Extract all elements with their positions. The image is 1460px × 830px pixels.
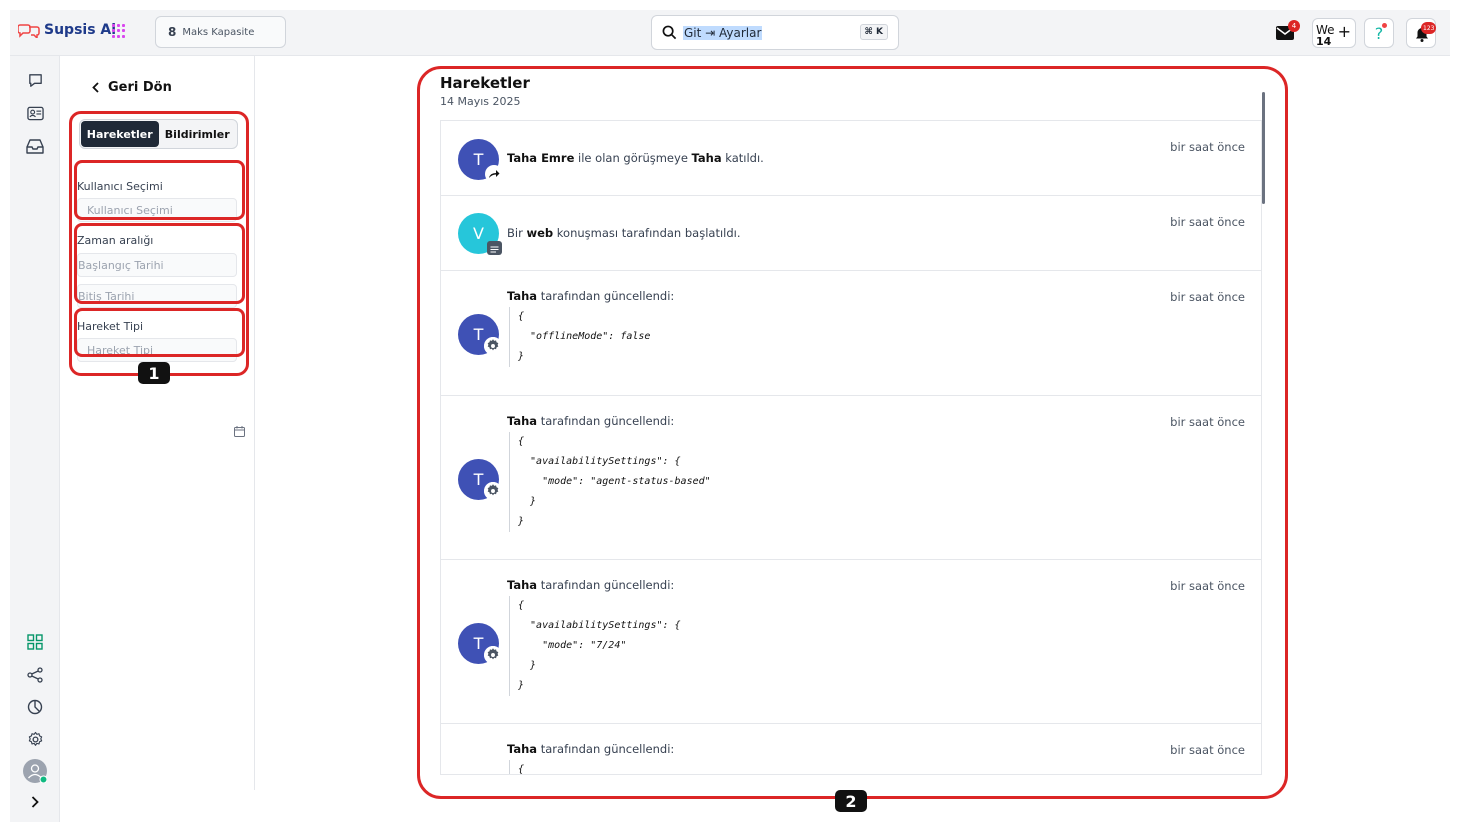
gear-icon — [484, 337, 502, 355]
item-message: Taha tarafından güncellendi: — [507, 578, 675, 592]
capacity-label: Maks Kapasite — [182, 26, 255, 38]
end-date-placeholder: Bitiş Tarihi — [78, 289, 135, 303]
notification-badge: 123 — [1421, 22, 1437, 34]
rail-reports-button[interactable] — [25, 697, 45, 717]
list-item: T Taha tarafından güncellendi: { "availa… — [441, 560, 1261, 724]
capacity-number: 8 — [168, 25, 177, 39]
user-select-input[interactable]: Kullanıcı Seçimi — [77, 198, 237, 222]
item-message: Bir web konuşması tarafından başlatıldı. — [507, 226, 741, 240]
help-dot — [1382, 23, 1387, 28]
feed-date: 14 Mayıs 2025 — [440, 95, 521, 108]
gear-icon — [484, 646, 502, 664]
join-arrow-icon — [485, 165, 503, 183]
message-icon — [487, 241, 502, 255]
app-window: Supsis Ai 8 Maks Kapasite Git ⇥ Ayarlar … — [10, 10, 1450, 822]
back-button[interactable]: Geri Dön — [92, 80, 172, 95]
page-title: Hareketler — [440, 74, 530, 92]
code-block: { — [509, 760, 524, 774]
start-date-input[interactable]: Başlangıç Tarihi — [77, 253, 237, 277]
user-avatar[interactable] — [23, 759, 47, 783]
chevron-right-icon — [31, 796, 39, 808]
help-button[interactable]: ? — [1364, 18, 1394, 48]
avatar-letter: V — [473, 224, 484, 243]
chevron-left-icon — [92, 82, 99, 93]
list-item: T Taha Emre ile olan görüşmeye Taha katı… — [441, 121, 1261, 196]
annotation-label-2: 2 — [835, 790, 867, 812]
list-item: Taha tarafından güncellendi: { bir saat … — [441, 724, 1261, 774]
action-type-placeholder: Hareket Tipi — [87, 343, 154, 357]
user-select-placeholder: Kullanıcı Seçimi — [87, 203, 173, 217]
back-label: Geri Dön — [108, 80, 172, 95]
code-block: { "availabilitySettings": { "mode": "7/2… — [509, 596, 681, 696]
share-nodes-icon — [27, 667, 43, 683]
user-select-label: Kullanıcı Seçimi — [77, 180, 163, 193]
pie-chart-icon — [27, 699, 43, 715]
search-icon — [662, 25, 677, 40]
tab-hareketler[interactable]: Hareketler — [81, 121, 159, 147]
avatar-letter: T — [473, 470, 484, 489]
workspace-count: 14 — [1316, 35, 1332, 48]
rail-expand-button[interactable] — [25, 792, 45, 812]
item-message: Taha tarafından güncellendi: — [507, 414, 675, 428]
item-time: bir saat önce — [1170, 290, 1245, 304]
workspace-button[interactable]: We 14 + — [1312, 18, 1356, 48]
mail-badge: 4 — [1288, 20, 1300, 32]
item-time: bir saat önce — [1170, 215, 1245, 229]
app-logo[interactable]: Supsis Ai — [18, 22, 116, 38]
gear-icon — [28, 731, 42, 746]
action-type-input[interactable]: Hareket Tipi — [77, 338, 237, 362]
rail-inbox-button[interactable] — [25, 136, 45, 156]
rail-contacts-button[interactable] — [25, 103, 45, 123]
apps-grid-icon[interactable] — [112, 24, 126, 38]
start-date-placeholder: Başlangıç Tarihi — [78, 258, 164, 272]
annotation-label-1: 1 — [138, 362, 170, 384]
mail-button[interactable]: 4 — [1274, 18, 1300, 48]
chat-icon — [28, 73, 42, 87]
plus-icon: + — [1337, 22, 1351, 41]
gear-icon — [484, 482, 502, 500]
tab-bildirimler[interactable]: Bildirimler — [159, 121, 237, 147]
rail-dashboard-button[interactable] — [25, 632, 45, 652]
list-item: V Bir web konuşması tarafından başlatıld… — [441, 196, 1261, 271]
list-item: T Taha tarafından güncellendi: { "offlin… — [441, 271, 1261, 396]
item-time: bir saat önce — [1170, 743, 1245, 757]
list-item: T Taha tarafından güncellendi: { "availa… — [441, 396, 1261, 560]
left-rail — [10, 56, 60, 822]
item-time: bir saat önce — [1170, 415, 1245, 429]
search-shortcut: ⌘ K — [859, 24, 888, 40]
rail-chat-button[interactable] — [25, 70, 45, 90]
code-block: { "offlineMode": false } — [509, 307, 650, 367]
panel-tabs: Hareketler Bildirimler — [79, 119, 238, 149]
logo-icon — [18, 24, 40, 38]
action-type-label: Hareket Tipi — [77, 320, 144, 333]
item-message: Taha tarafından güncellendi: — [507, 742, 675, 756]
avatar-letter: T — [473, 150, 484, 169]
avatar-letter: T — [473, 325, 484, 344]
end-date-input[interactable]: Bitiş Tarihi — [77, 284, 237, 308]
user-avatar-icon — [23, 759, 47, 783]
calendar-icon[interactable] — [234, 426, 245, 437]
command-search[interactable]: Git ⇥ Ayarlar ⌘ K — [651, 15, 899, 50]
feed-scrollbar[interactable] — [1262, 92, 1265, 204]
filter-panel: Geri Dön Hareketler Bildirimler Kullanıc… — [60, 56, 255, 790]
dashboard-grid-icon — [27, 634, 43, 650]
item-message: Taha tarafından güncellendi: — [507, 289, 675, 303]
search-text: Git ⇥ Ayarlar — [683, 25, 763, 40]
rail-settings-button[interactable] — [25, 729, 45, 749]
time-range-label: Zaman aralığı — [77, 234, 154, 247]
activity-feed[interactable]: T Taha Emre ile olan görüşmeye Taha katı… — [440, 120, 1262, 775]
app-name: Supsis Ai — [44, 22, 117, 38]
item-message: Taha Emre ile olan görüşmeye Taha katıld… — [507, 151, 764, 165]
avatar-letter: T — [473, 634, 484, 653]
contact-card-icon — [26, 106, 44, 120]
top-bar: Supsis Ai 8 Maks Kapasite Git ⇥ Ayarlar … — [10, 10, 1450, 56]
rail-integrations-button[interactable] — [25, 665, 45, 685]
item-time: bir saat önce — [1170, 140, 1245, 154]
code-block: { "availabilitySettings": { "mode": "age… — [509, 432, 711, 532]
inbox-icon — [26, 139, 44, 154]
item-time: bir saat önce — [1170, 579, 1245, 593]
notifications-button[interactable]: 123 — [1406, 18, 1437, 48]
capacity-indicator[interactable]: 8 Maks Kapasite — [155, 16, 286, 48]
